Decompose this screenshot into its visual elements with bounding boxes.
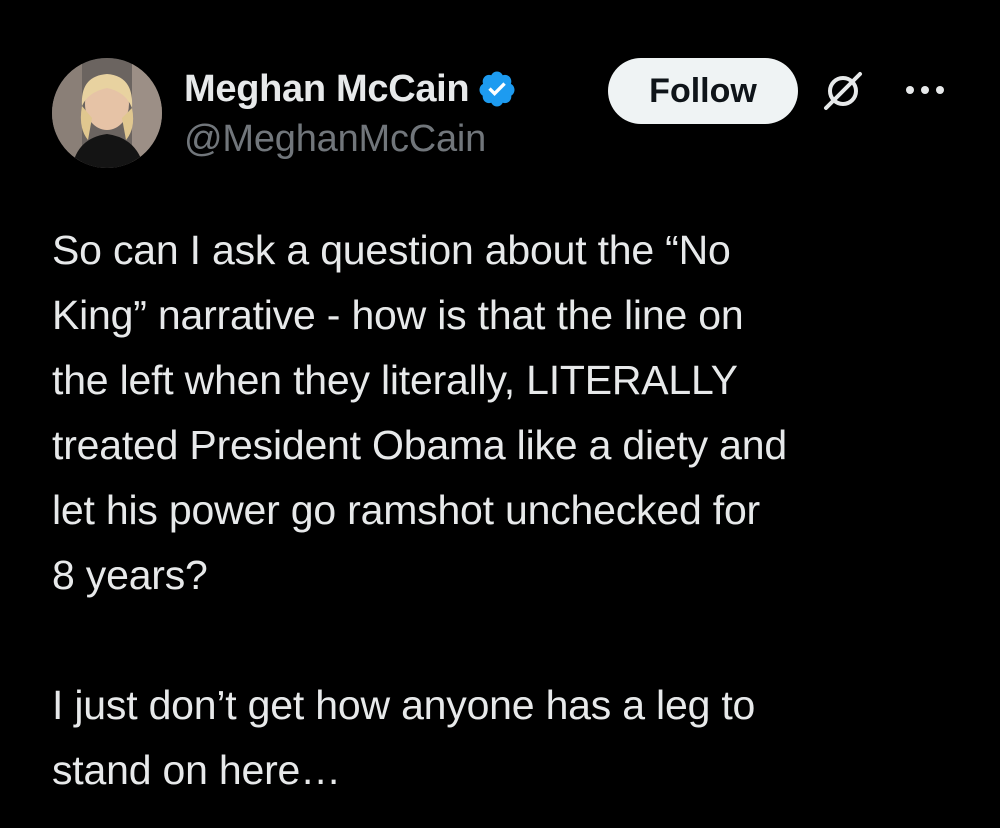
tweet-text-line: King” narrative - how is that the line o… xyxy=(52,292,744,338)
paragraph-break xyxy=(52,608,972,673)
tweet-text-line: stand on here… xyxy=(52,747,341,793)
avatar-image xyxy=(52,58,162,168)
tweet-card: Meghan McCain @MeghanMcCain Follow So ca… xyxy=(0,0,1000,828)
tweet-text-line: So can I ask a question about the “No xyxy=(52,227,731,273)
verified-badge-icon xyxy=(477,69,517,109)
tweet-text-line: I just don’t get how anyone has a leg to xyxy=(52,682,756,728)
grok-icon[interactable] xyxy=(820,68,866,114)
tweet-text-line: 8 years? xyxy=(52,552,208,598)
avatar[interactable] xyxy=(52,58,162,168)
author-name-row[interactable]: Meghan McCain xyxy=(184,64,517,114)
tweet-text-line: the left when they literally, LITERALLY xyxy=(52,357,738,403)
tweet-text-line: treated President Obama like a diety and xyxy=(52,422,787,468)
author-handle[interactable]: @MeghanMcCain xyxy=(184,118,486,161)
tweet-text-line: let his power go ramshot unchecked for xyxy=(52,487,760,533)
follow-button[interactable]: Follow xyxy=(608,58,798,124)
more-options-icon[interactable] xyxy=(902,78,948,102)
display-name[interactable]: Meghan McCain xyxy=(184,68,470,111)
tweet-text: So can I ask a question about the “No Ki… xyxy=(52,218,972,803)
